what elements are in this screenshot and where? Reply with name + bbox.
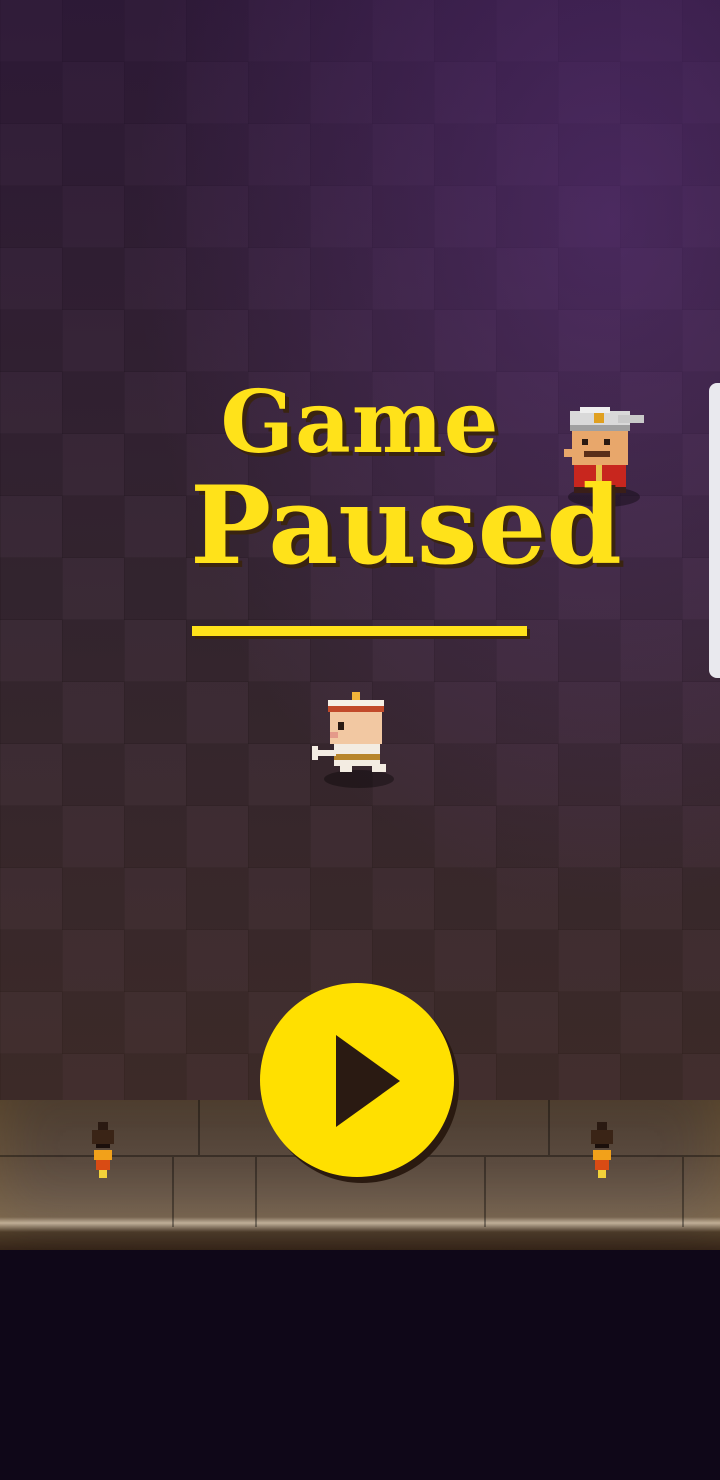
- wall-seam: [484, 1157, 486, 1227]
- pause-title-line1: Game: [220, 372, 500, 473]
- edge-panel-handle[interactable]: [709, 383, 720, 678]
- player-character-icon: [312, 692, 386, 772]
- game-screen: Game Paused: [0, 0, 720, 1480]
- dark-void: [0, 1250, 720, 1480]
- player-character: [312, 690, 402, 790]
- wall-torch-icon: [92, 1122, 114, 1178]
- wall-seam: [682, 1157, 684, 1227]
- wall-torch-icon: [591, 1122, 613, 1178]
- wall-seam: [172, 1157, 174, 1227]
- resume-play-button[interactable]: [260, 983, 454, 1177]
- wall-seam: [255, 1157, 257, 1227]
- pause-title-line2: Paused: [190, 463, 622, 589]
- title-underline: [192, 626, 527, 636]
- play-icon: [336, 1035, 400, 1127]
- wall-seam: [548, 1100, 550, 1155]
- wall-seam: [198, 1100, 200, 1155]
- pause-title: Game Paused: [190, 372, 622, 589]
